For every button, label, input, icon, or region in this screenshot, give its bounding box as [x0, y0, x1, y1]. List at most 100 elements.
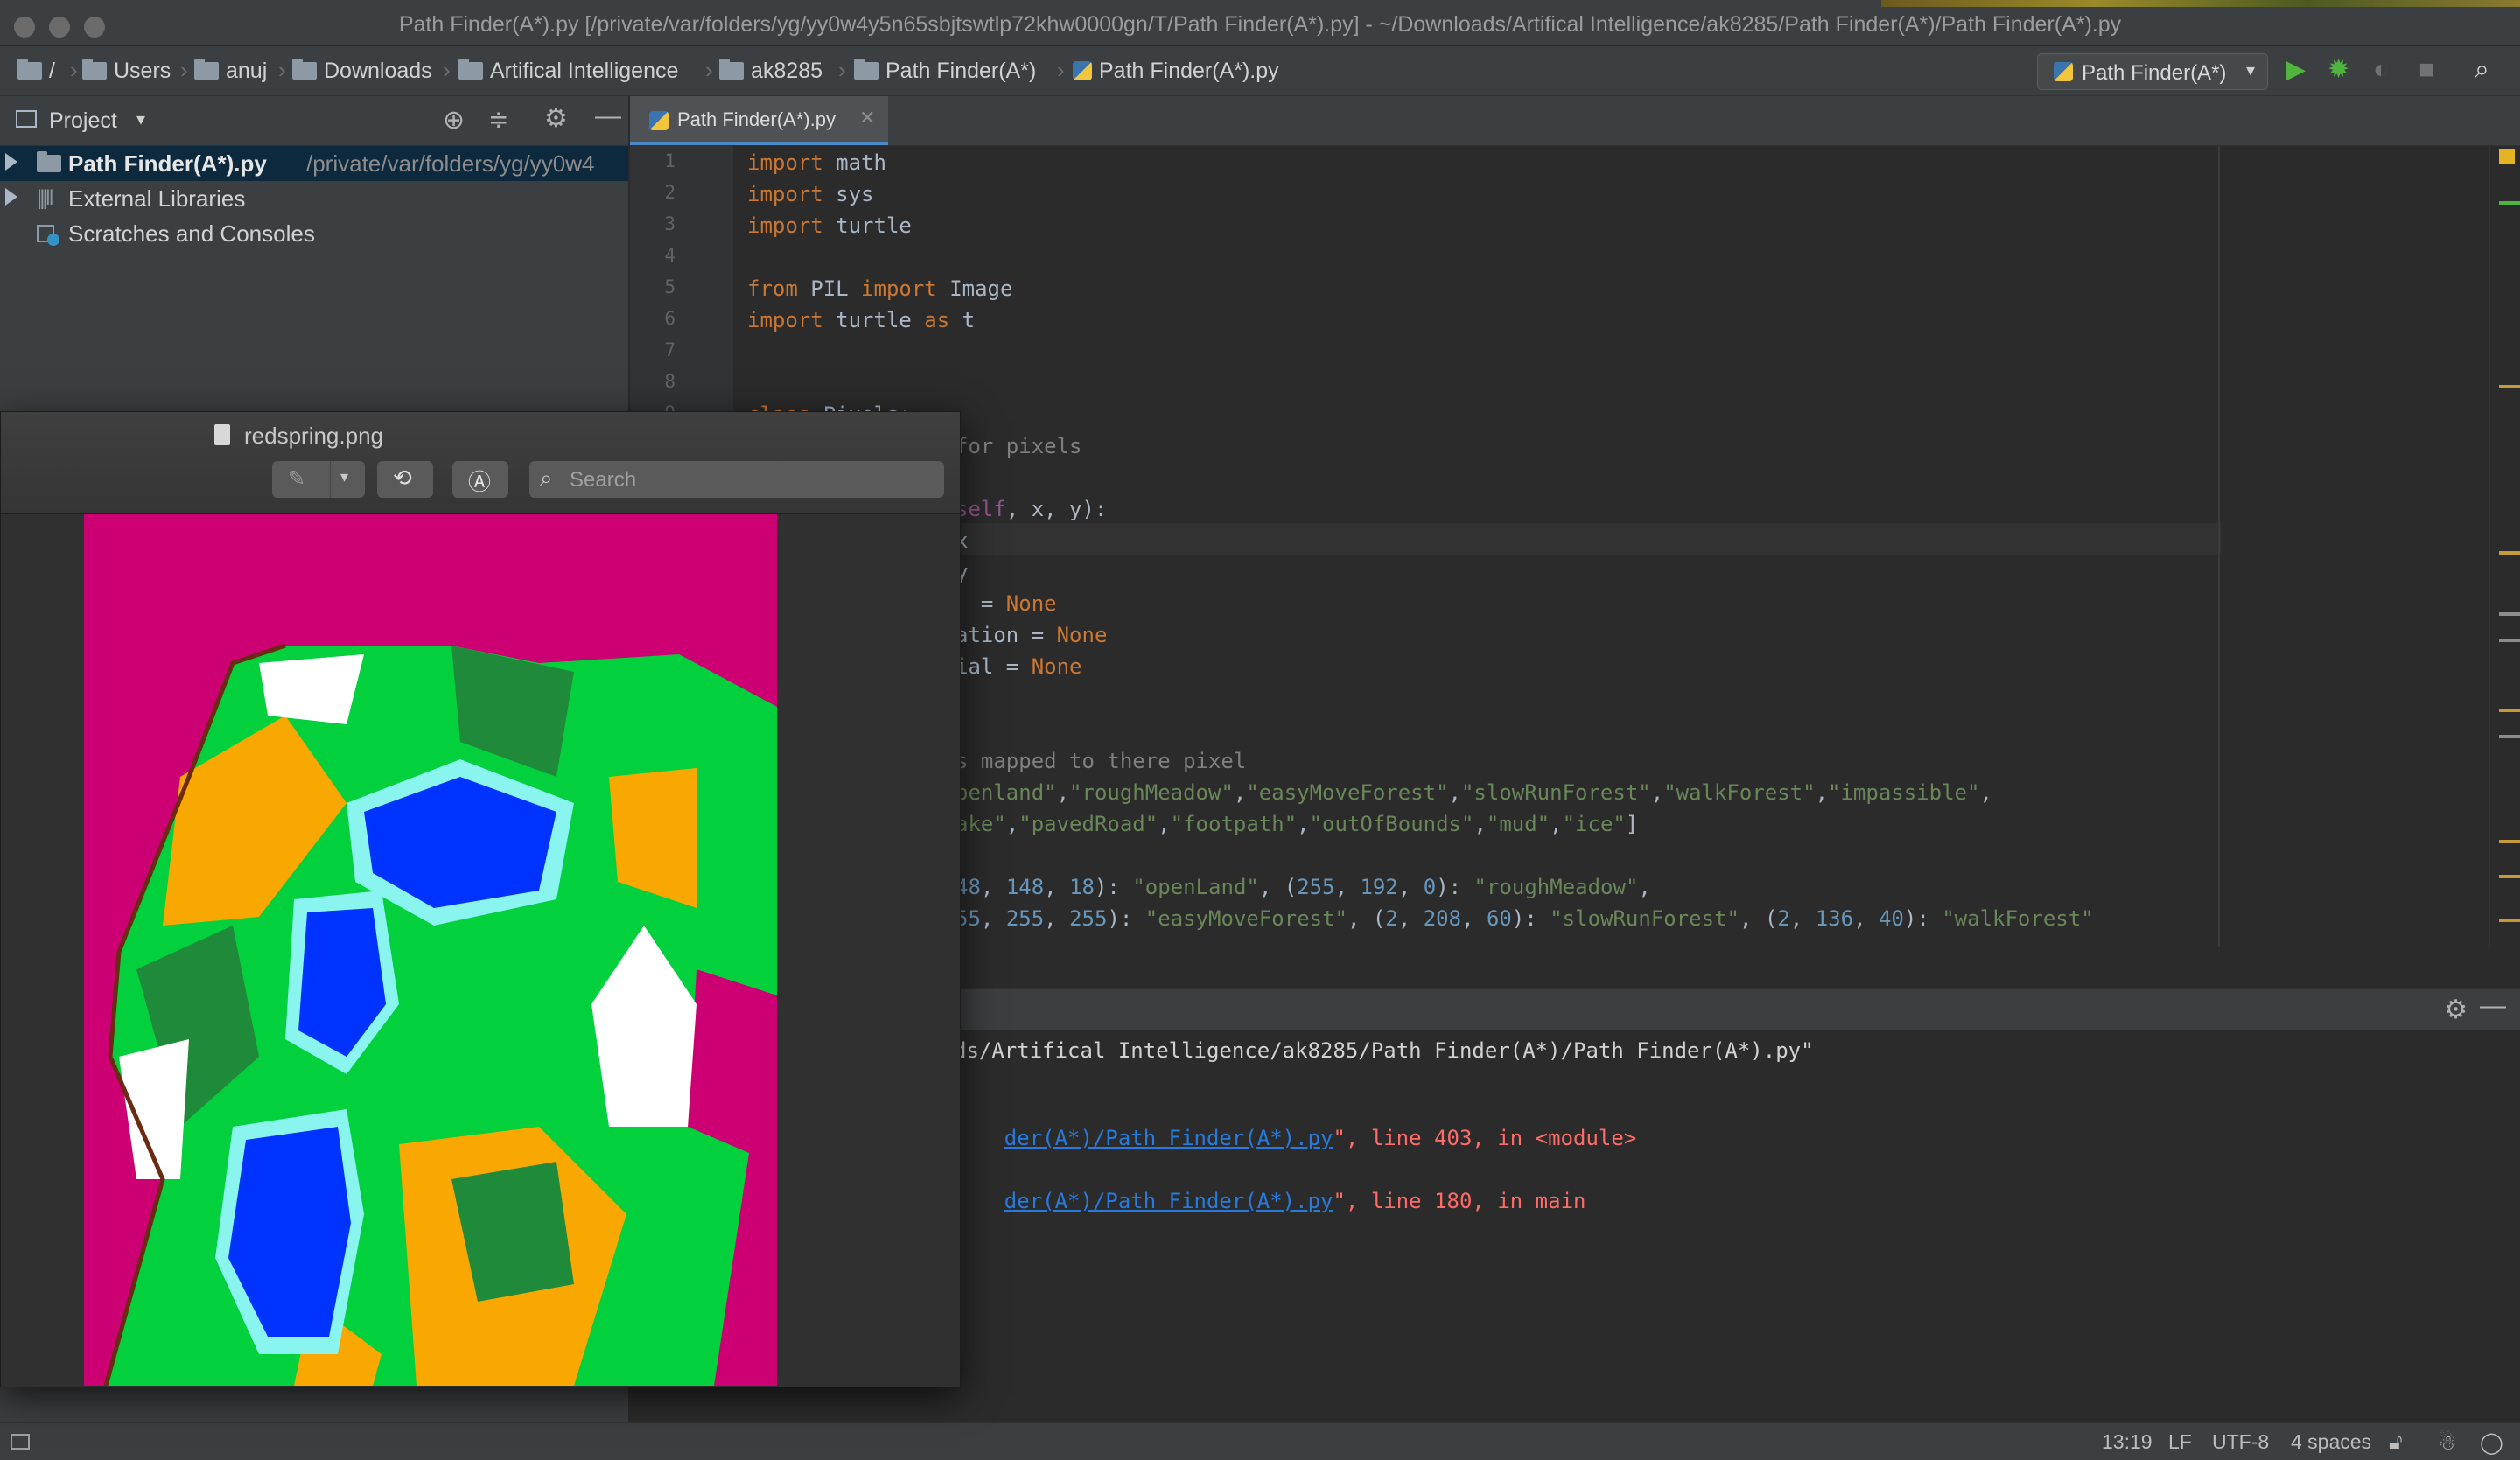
breadcrumb-downloads[interactable]: Downloads	[292, 59, 432, 84]
coverage-icon[interactable]: ◐	[2373, 57, 2389, 83]
code-line: ake","pavedRoad","footpath","outOfBounds…	[956, 812, 1639, 836]
window-title: Path Finder(A*).py [/private/var/folders…	[398, 12, 2122, 37]
markup-button[interactable]: ✎ ▾	[272, 461, 365, 498]
code-line: import turtle	[747, 213, 912, 238]
breadcrumb-separator: ›	[180, 57, 188, 83]
traceback-link[interactable]: der(A*)/Path Finder(A*).py	[1004, 1126, 1334, 1150]
line-number: 1	[664, 150, 676, 171]
library-icon: |||‖	[37, 186, 54, 210]
project-panel-title[interactable]: Project	[49, 108, 117, 134]
code-line: penland","roughMeadow","easyMoveForest",…	[956, 780, 1992, 805]
chevron-down-icon: ▾	[340, 468, 349, 486]
image-viewer-window[interactable]: redspring.png ✎ ▾ ⟲ Ⓐ ⌕ Search	[0, 411, 961, 1387]
breadcrumb-root[interactable]: /	[18, 59, 55, 84]
breadcrumb-artifical-intelligence[interactable]: Artifical Intelligence	[458, 59, 678, 84]
error-stripe-mark[interactable]	[2499, 551, 2520, 555]
error-stripe[interactable]	[2489, 146, 2520, 947]
folder-icon	[719, 59, 744, 80]
breadcrumb-users[interactable]: Users	[82, 59, 171, 84]
error-stripe-mark[interactable]	[2499, 639, 2520, 642]
collapse-all-icon[interactable]: ≑	[488, 105, 508, 134]
folder-icon	[458, 59, 483, 80]
code-line: from PIL import Image	[747, 276, 1013, 301]
right-margin-guide	[2218, 146, 2220, 947]
error-stripe-mark[interactable]	[2499, 385, 2520, 388]
map-image	[84, 514, 777, 1386]
markup-toolbar-icon: Ⓐ	[468, 469, 492, 495]
notifications-icon[interactable]: ◯	[2480, 1430, 2503, 1456]
rotate-button[interactable]: ⟲	[377, 461, 433, 498]
image-filename: redspring.png	[244, 423, 383, 449]
line-number: 3	[664, 213, 676, 234]
folder-icon	[194, 59, 219, 80]
code-line: import sys	[747, 182, 874, 206]
breadcrumb-path-finder[interactable]: Path Finder(A*)	[854, 59, 1036, 84]
python-file-icon	[1073, 61, 1092, 80]
editor-tab-bar: Path Finder(A*).py ✕	[630, 96, 2520, 146]
chevron-down-icon[interactable]: ▾	[136, 108, 145, 130]
code-line: ial = None	[956, 654, 1082, 679]
breadcrumb-separator: ›	[705, 57, 713, 83]
code-line: import turtle as t	[747, 308, 976, 332]
divider	[330, 461, 331, 498]
error-stripe-mark[interactable]	[2499, 919, 2520, 922]
line-separator[interactable]: LF	[2168, 1430, 2192, 1454]
inspector-icon[interactable]: ☃	[2438, 1430, 2457, 1456]
error-stripe-mark[interactable]	[2499, 201, 2520, 205]
hide-panel-icon[interactable]: —	[2480, 991, 2506, 1021]
expand-arrow-icon[interactable]	[5, 188, 18, 206]
folder-icon	[854, 59, 878, 80]
folder-icon	[37, 151, 61, 172]
python-icon	[2054, 62, 2073, 81]
gear-icon[interactable]: ⚙	[544, 103, 568, 134]
line-number: 7	[664, 339, 676, 360]
locate-icon[interactable]: ⊕	[443, 105, 465, 136]
gear-icon[interactable]: ⚙	[2444, 995, 2468, 1025]
desktop-background-strip	[1881, 0, 2520, 7]
code-line: self, x, y):	[956, 497, 1108, 521]
breadcrumb-ak8285[interactable]: ak8285	[719, 59, 822, 84]
warning-indicator-icon[interactable]	[2499, 149, 2515, 164]
error-stripe-mark[interactable]	[2499, 709, 2520, 712]
annotate-button[interactable]: Ⓐ	[452, 461, 508, 498]
run-icon[interactable]: ▶	[2286, 57, 2306, 83]
caret-position[interactable]: 13:19	[2102, 1430, 2152, 1454]
file-encoding[interactable]: UTF-8	[2212, 1430, 2269, 1454]
breadcrumb-separator: ›	[70, 57, 78, 83]
close-tab-icon[interactable]: ✕	[859, 107, 875, 129]
stop-icon[interactable]: ■	[2418, 57, 2434, 83]
search-icon: ⌕	[540, 465, 553, 491]
code-line: 55, 255, 255): "easyMoveForest", (2, 208…	[956, 906, 2094, 931]
tab-path-finder[interactable]: Path Finder(A*).py ✕	[630, 96, 888, 145]
error-stripe-mark[interactable]	[2499, 840, 2520, 843]
expand-arrow-icon[interactable]	[5, 153, 18, 171]
code-line: 48, 148, 18): "openLand", (255, 192, 0):…	[956, 875, 1651, 899]
folder-icon	[18, 59, 42, 80]
breadcrumb-anuj[interactable]: anuj	[194, 59, 267, 84]
run-configuration-select[interactable]: Path Finder(A*) ▾	[2037, 53, 2268, 90]
search-input[interactable]: ⌕ Search	[529, 461, 944, 498]
indent-setting[interactable]: 4 spaces	[2291, 1430, 2371, 1454]
breadcrumb-separator: ›	[1057, 57, 1065, 83]
breadcrumb-file[interactable]: Path Finder(A*).py	[1073, 59, 1279, 84]
console-line: der(A*)/Path Finder(A*).py", line 180, i…	[1004, 1189, 1586, 1213]
hide-panel-icon[interactable]: —	[595, 101, 621, 131]
project-view-icon	[16, 110, 37, 128]
error-stripe-mark[interactable]	[2499, 875, 2520, 878]
breadcrumb-separator: ›	[838, 57, 846, 83]
line-number: 4	[664, 245, 676, 266]
lock-icon[interactable]: 🔓︎	[2389, 1430, 2403, 1455]
code-line: = None	[956, 591, 1057, 616]
error-stripe-mark[interactable]	[2499, 612, 2520, 616]
navigation-bar: / › Users › anuj › Downloads › Artifical…	[0, 46, 2520, 96]
debug-icon[interactable]: ✹	[2328, 57, 2349, 83]
folder-icon	[82, 59, 107, 80]
error-stripe-mark[interactable]	[2499, 735, 2520, 738]
console-line: ds/Artifical Intelligence/ak8285/Path Fi…	[954, 1038, 1814, 1063]
traceback-link[interactable]: der(A*)/Path Finder(A*).py	[1004, 1189, 1334, 1213]
tool-windows-icon[interactable]	[10, 1434, 30, 1450]
search-icon[interactable]: ⌕	[2474, 57, 2489, 83]
rotate-icon: ⟲	[393, 465, 412, 491]
status-bar: 13:19 LF UTF-8 4 spaces 🔓︎ ☃ ◯	[0, 1422, 2520, 1460]
tree-item-project-file[interactable]: Path Finder(A*).py /private/var/folders/…	[0, 146, 628, 181]
